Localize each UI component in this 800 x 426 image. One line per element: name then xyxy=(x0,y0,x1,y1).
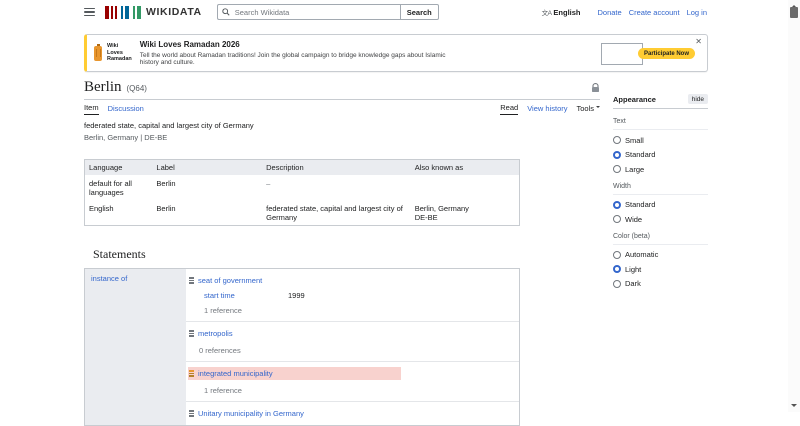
statement-property-cell: instance of xyxy=(85,269,186,425)
rank-selector-icon[interactable] xyxy=(189,329,194,338)
tab-read[interactable]: Read xyxy=(500,103,519,115)
scrollbar-down-arrow-icon[interactable] xyxy=(791,404,797,410)
column-header-description: Description xyxy=(262,159,411,175)
radio-icon[interactable] xyxy=(613,250,621,259)
radio-width-wide[interactable]: Wide xyxy=(613,215,708,224)
hamburger-menu-icon[interactable] xyxy=(84,6,95,19)
radio-text-small[interactable]: Small xyxy=(613,136,708,145)
section-label-color: Color (beta) xyxy=(613,233,708,245)
section-label-text: Text xyxy=(613,118,708,130)
search-button[interactable]: Search xyxy=(399,4,439,20)
cell-label: Berlin xyxy=(156,204,176,213)
tools-menu[interactable]: Tools xyxy=(576,104,600,115)
radio-icon[interactable] xyxy=(613,200,621,209)
banner-title: Wiki Loves Ramadan 2026 xyxy=(139,40,240,49)
terms-table: Language Label Description Also known as… xyxy=(84,159,520,226)
statement-claim: seat of government start time 1999 1 ref… xyxy=(186,269,519,322)
property-link-instance-of[interactable]: instance of xyxy=(91,274,127,283)
column-header-language: Language xyxy=(84,159,153,175)
radio-icon[interactable] xyxy=(613,165,621,173)
entity-id: (Q64) xyxy=(126,84,147,93)
cell-aliases xyxy=(411,175,520,200)
statement-group: instance of seat of government start tim… xyxy=(84,268,520,426)
ramadan-lantern-icon xyxy=(94,43,102,61)
claim-qualifier: start time 1999 xyxy=(204,291,519,300)
wikidata-logo[interactable]: WIKIDATA xyxy=(105,5,202,19)
radio-icon[interactable] xyxy=(613,215,621,223)
statements-heading: Statements xyxy=(93,247,146,261)
cell-language: English xyxy=(89,204,114,213)
statement-claim: metropolis 0 references xyxy=(186,322,519,362)
qualifier-property-link[interactable]: start time xyxy=(204,291,288,300)
top-header: WIKIDATA Search 文A English Donate Create… xyxy=(0,0,800,24)
column-header-label: Label xyxy=(152,159,263,175)
cell-description: federated state, capital and largest cit… xyxy=(266,204,403,222)
radio-icon[interactable] xyxy=(613,136,621,144)
appearance-sidebar: Appearance hide Text Small Standard Larg… xyxy=(613,72,708,426)
chevron-down-icon xyxy=(596,106,600,110)
language-icon: 文A xyxy=(541,10,552,17)
wikidata-logo-bars-icon xyxy=(105,5,141,19)
references-toggle[interactable]: 1 reference xyxy=(204,386,519,395)
claim-value-link[interactable]: integrated municipality xyxy=(198,369,273,378)
radio-text-large[interactable]: Large xyxy=(613,165,708,174)
banner-close-icon[interactable]: ✕ xyxy=(695,37,702,46)
rank-selector-icon[interactable] xyxy=(189,409,194,418)
rank-selector-icon[interactable] xyxy=(189,276,194,285)
banner-subtitle: Tell the world about Ramadan traditions!… xyxy=(139,52,446,66)
search-input[interactable] xyxy=(216,4,400,20)
create-account-link[interactable]: Create account xyxy=(629,8,680,17)
tab-item[interactable]: Item xyxy=(84,103,99,115)
statement-claim: integrated municipality 1 reference xyxy=(186,362,519,402)
entity-aliases: Berlin, Germany | DE-BE xyxy=(84,133,168,142)
campaign-badge: Wiki Loves Ramadan xyxy=(107,43,132,63)
radio-text-standard[interactable]: Standard xyxy=(613,150,708,159)
language-label: English xyxy=(553,7,581,17)
search-box: Search xyxy=(216,4,439,20)
entity-description: federated state, capital and largest cit… xyxy=(84,121,254,130)
radio-icon[interactable] xyxy=(613,279,621,288)
page-toolbar: Item Discussion Read View history Tools xyxy=(84,100,600,115)
radio-color-light[interactable]: Light xyxy=(613,265,708,274)
column-header-also-known-as: Also known as xyxy=(410,159,520,175)
references-toggle[interactable]: 1 reference xyxy=(204,306,519,315)
appearance-hide-button[interactable]: hide xyxy=(687,94,708,104)
wikidata-logo-text: WIKIDATA xyxy=(146,6,202,18)
tab-discussion[interactable]: Discussion xyxy=(108,104,144,115)
table-row: default for all languages Berlin – xyxy=(85,175,520,200)
section-label-width: Width xyxy=(613,183,708,195)
radio-icon[interactable] xyxy=(613,150,621,159)
radio-color-automatic[interactable]: Automatic xyxy=(613,250,708,259)
tab-view-history[interactable]: View history xyxy=(527,104,567,115)
statement-claim: Unitary municipality in Germany xyxy=(186,402,519,425)
participate-now-button[interactable]: Participate Now xyxy=(637,48,695,59)
donate-link[interactable]: Donate xyxy=(598,8,622,17)
login-link[interactable]: Log in xyxy=(687,8,707,17)
page-title: Berlin xyxy=(84,79,122,95)
cell-language: default for all languages xyxy=(89,179,132,197)
claim-value-link[interactable]: seat of government xyxy=(198,276,262,285)
rank-selector-deprecated-icon[interactable] xyxy=(189,369,194,378)
radio-color-dark[interactable]: Dark xyxy=(613,279,708,288)
page-protection-lock-icon xyxy=(592,82,599,92)
references-toggle[interactable]: 0 references xyxy=(199,346,519,355)
campaign-banner: Wiki Loves Ramadan Wiki Loves Ramadan 20… xyxy=(84,34,708,72)
cell-aliases: Berlin, Germany DE-BE xyxy=(414,204,469,222)
scrollbar[interactable] xyxy=(788,0,800,412)
cell-label: Berlin xyxy=(156,179,176,188)
table-row: English Berlin federated state, capital … xyxy=(85,200,520,226)
cell-description: – xyxy=(266,179,271,188)
search-icon xyxy=(222,8,230,16)
scrollbar-thumb[interactable] xyxy=(790,7,798,18)
page-title-row: Berlin (Q64) xyxy=(84,79,600,100)
qualifier-value: 1999 xyxy=(288,291,305,300)
banner-image-placeholder xyxy=(601,43,643,65)
language-selector[interactable]: 文A English xyxy=(541,7,581,18)
appearance-title: Appearance xyxy=(613,94,656,104)
radio-width-standard[interactable]: Standard xyxy=(613,200,708,209)
terms-table-header-row: Language Label Description Also known as xyxy=(84,159,520,175)
radio-icon[interactable] xyxy=(613,265,621,273)
claim-value-link[interactable]: metropolis xyxy=(198,329,233,338)
claim-value-link[interactable]: Unitary municipality in Germany xyxy=(198,409,304,418)
